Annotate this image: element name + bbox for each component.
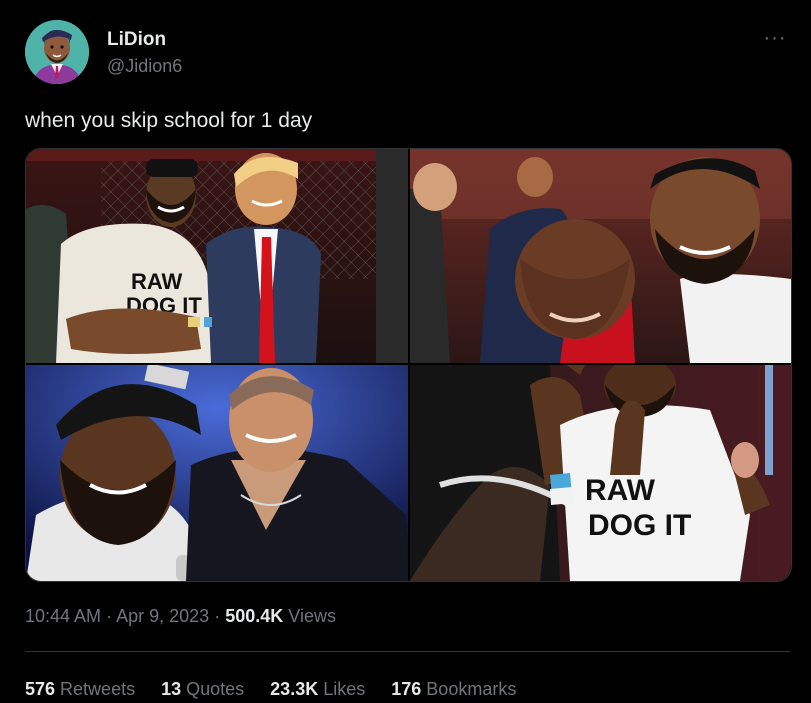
likes-count: 23.3K [270, 679, 319, 699]
bookmarks-count: 176 [391, 679, 422, 699]
likes-label: Likes [323, 679, 366, 699]
tweet: LiDion @Jidion6 ··· when you skip school… [0, 0, 811, 703]
photo-1-image: RAW DOG IT [26, 149, 408, 363]
tweet-time[interactable]: 10:44 AM [25, 606, 101, 626]
tweet-meta: 10:44 AM · Apr 9, 2023 · 500.4K Views [25, 606, 336, 627]
quotes-label: Quotes [186, 679, 245, 699]
photo-4-shirt-text-2: DOG IT [588, 509, 691, 542]
photo-4-shirt-text-1: RAW [585, 474, 656, 507]
more-horizontal-icon: ··· [763, 26, 787, 49]
tweet-date[interactable]: Apr 9, 2023 [116, 606, 209, 626]
author-handle[interactable]: @Jidion6 [107, 56, 182, 77]
avatar[interactable] [25, 20, 89, 84]
photo-4[interactable]: RAW DOG IT [410, 365, 791, 581]
retweets-count: 576 [25, 679, 56, 699]
photo-3-image [26, 365, 408, 581]
media-grid: RAW DOG IT RAW DOG IT [25, 148, 792, 582]
quotes-stat[interactable]: 13 Quotes [161, 679, 244, 700]
quotes-count: 13 [161, 679, 182, 699]
tweet-stats: 576 Retweets 13 Quotes 23.3K Likes 176 Bookm… [25, 679, 542, 700]
retweets-stat[interactable]: 576 Retweets [25, 679, 135, 700]
photo-3[interactable] [26, 365, 408, 581]
bookmarks-label: Bookmarks [426, 679, 517, 699]
tweet-text: when you skip school for 1 day [25, 109, 313, 132]
views-label: Views [288, 606, 336, 626]
photo-1[interactable]: RAW DOG IT [26, 149, 408, 363]
meta-separator: · [106, 606, 113, 626]
meta-separator: · [214, 606, 221, 626]
photo-1-shirt-text-1: RAW [131, 269, 183, 294]
photo-2[interactable] [410, 149, 791, 363]
likes-stat[interactable]: 23.3K Likes [270, 679, 365, 700]
more-options-button[interactable]: ··· [757, 24, 793, 52]
photo-2-image [410, 149, 791, 363]
divider [25, 651, 790, 652]
photo-4-image: RAW DOG IT [410, 365, 791, 581]
bookmarks-stat[interactable]: 176 Bookmarks [391, 679, 516, 700]
author-name[interactable]: LiDion [107, 29, 166, 51]
views-count: 500.4K [225, 606, 284, 626]
retweets-label: Retweets [60, 679, 136, 699]
avatar-illustration [25, 20, 89, 84]
